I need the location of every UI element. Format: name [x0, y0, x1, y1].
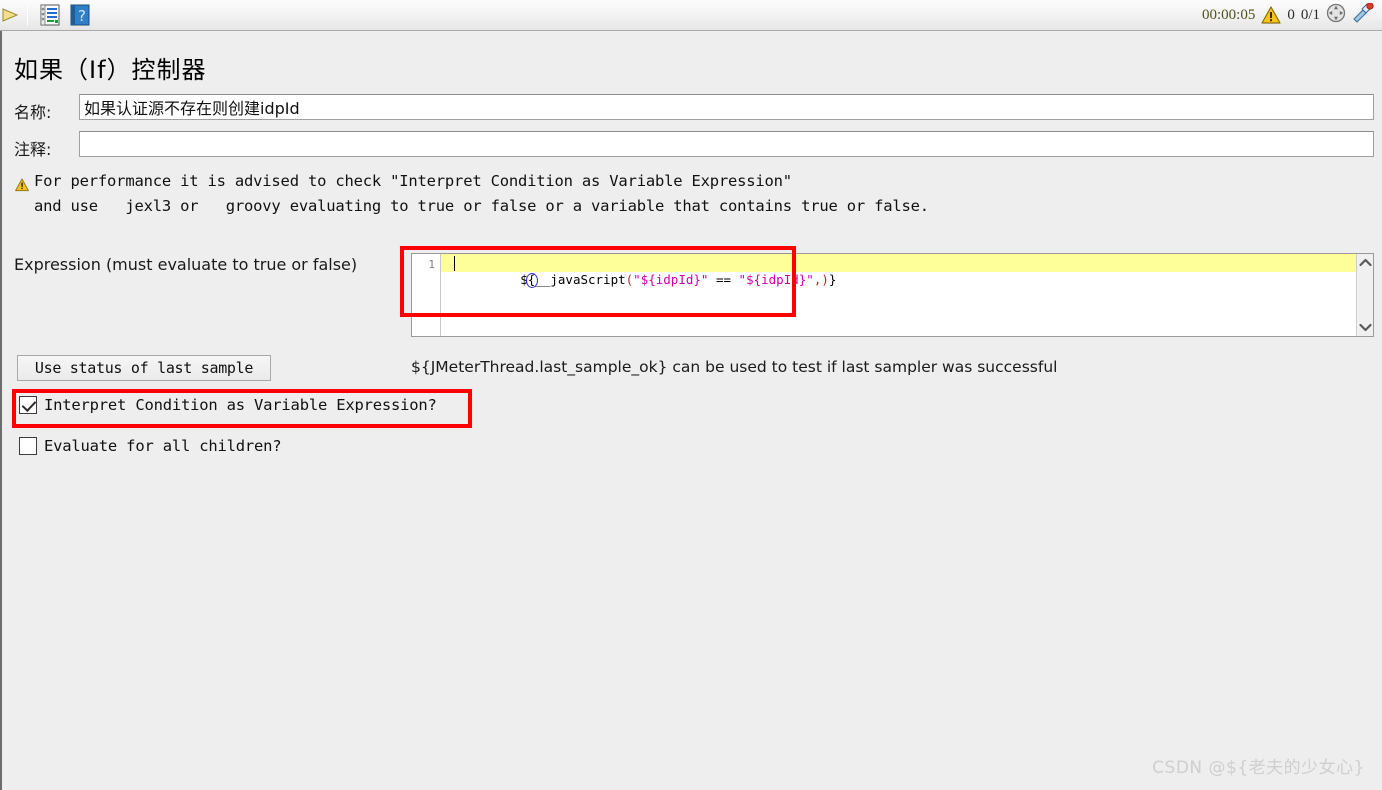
token-open-brace: {	[525, 272, 538, 288]
function-helper-icon[interactable]	[38, 3, 62, 27]
performance-warning: For performance it is advised to check "…	[14, 169, 1374, 219]
toolbar-separator	[27, 4, 28, 26]
toolbar-left-group: ?	[0, 0, 94, 30]
editor-code-area[interactable]: ${__javaScript("${idpId}" == "${idpId}",…	[441, 254, 1373, 336]
svg-text:?: ?	[78, 7, 86, 25]
token-operator: ==	[708, 272, 739, 287]
warning-count: 0	[1287, 6, 1295, 23]
chevron-up-icon[interactable]	[1357, 254, 1373, 271]
option-evaluate-for-all-children[interactable]: Evaluate for all children?	[19, 437, 282, 455]
chevron-down-icon[interactable]	[1357, 319, 1373, 336]
text-caret	[454, 256, 455, 271]
performance-warning-line-1: For performance it is advised to check "…	[34, 172, 792, 190]
option-label-interpret-condition: Interpret Condition as Variable Expressi…	[44, 396, 437, 414]
last-sample-ok-hint: ${JMeterThread.last_sample_ok} can be us…	[411, 358, 1058, 376]
token-dollar: $	[520, 272, 528, 287]
line-number: 1	[428, 258, 435, 271]
option-interpret-condition-as-variable-expression[interactable]: Interpret Condition as Variable Expressi…	[19, 396, 437, 414]
toolbar: ? 00:00:05 0 0/1	[0, 0, 1382, 31]
help-icon[interactable]: ?	[69, 3, 91, 27]
expression-value[interactable]: ${__javaScript("${idpId}" == "${idpId}",…	[445, 256, 836, 304]
token-function-name: __javaScript	[535, 272, 626, 287]
use-status-of-last-sample-button[interactable]: Use status of last sample	[17, 355, 271, 381]
name-input[interactable]	[79, 94, 1374, 120]
name-label: 名称:	[14, 103, 52, 122]
clear-gui-icon[interactable]	[1352, 1, 1374, 28]
performance-warning-line-2: and use jexl3 or groovy evaluating to tr…	[34, 197, 929, 215]
token-string-left: "${idpId}"	[633, 272, 709, 287]
thread-counts: 0/1	[1300, 6, 1320, 23]
expression-editor[interactable]: 1 ${__javaScript("${idpId}" == "${idpId}…	[411, 253, 1374, 337]
expression-label: Expression (must evaluate to true or fal…	[14, 255, 358, 274]
toolbar-status-group: 00:00:05 0 0/1	[1201, 1, 1382, 28]
warning-triangle-icon[interactable]	[1261, 6, 1281, 24]
option-label-evaluate-for-all-children: Evaluate for all children?	[44, 437, 282, 455]
watermark: CSDN @${老夫的少女心}	[1152, 758, 1365, 778]
editor-gutter: 1	[412, 254, 441, 336]
run-start-icon[interactable]	[1, 4, 21, 26]
checkbox-evaluate-for-all-children[interactable]	[19, 437, 37, 455]
token-close-brace: }	[828, 272, 837, 287]
token-close-paren: )	[821, 272, 829, 287]
comment-input[interactable]	[79, 131, 1374, 157]
comment-label: 注释:	[14, 140, 52, 159]
token-string-right: "${idpId}"	[738, 272, 814, 287]
if-controller-panel: 如果（If）控制器 名称: 注释: For performance it is …	[0, 31, 1382, 790]
checkbox-interpret-condition[interactable]	[19, 396, 37, 414]
page-title: 如果（If）控制器	[14, 56, 207, 84]
warning-triangle-icon	[15, 178, 29, 192]
jmeter-if-controller-window: ? 00:00:05 0 0/1 如果（If）控制器 名称: 如果认证源不存在则…	[0, 0, 1382, 790]
clear-all-icon[interactable]	[1326, 3, 1346, 28]
elapsed-time: 00:00:05	[1201, 6, 1256, 23]
editor-vertical-scrollbar[interactable]	[1356, 254, 1373, 336]
